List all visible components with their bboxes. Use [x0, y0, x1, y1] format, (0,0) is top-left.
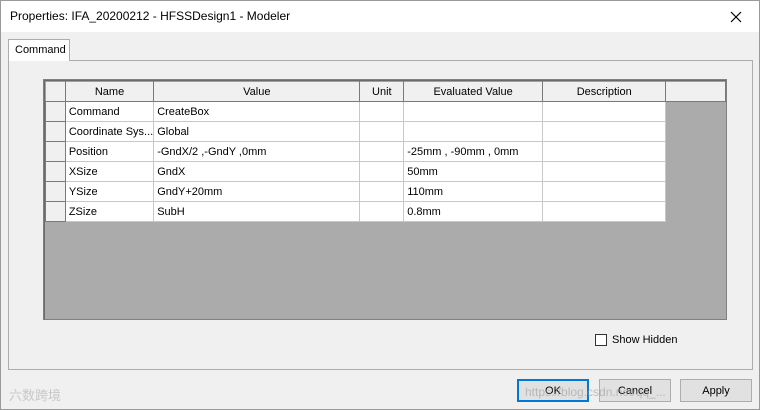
- window-title: Properties: IFA_20200212 - HFSSDesign1 -…: [10, 9, 291, 23]
- watermark-url: https://blog.csdn.net/qq_...: [525, 385, 666, 399]
- cell-name[interactable]: YSize: [64, 181, 155, 202]
- cell-name[interactable]: Position: [64, 141, 155, 162]
- filler-cell: [666, 182, 726, 202]
- watermark-logo: 六数跨境: [9, 385, 61, 404]
- cell-evaluated-value: 110mm: [403, 181, 543, 202]
- filler-cell: [666, 122, 726, 142]
- table-row[interactable]: Coordinate Sys... Global: [45, 121, 726, 142]
- show-hidden-toggle[interactable]: Show Hidden: [595, 334, 677, 346]
- cell-value[interactable]: Global: [153, 121, 361, 142]
- cell-evaluated-value: 0.8mm: [403, 201, 543, 222]
- cell-description[interactable]: [541, 181, 667, 202]
- tab-command[interactable]: Command: [8, 39, 70, 61]
- cell-unit[interactable]: [359, 141, 405, 162]
- cell-evaluated-value: [403, 121, 543, 142]
- properties-dialog: Properties: IFA_20200212 - HFSSDesign1 -…: [0, 0, 760, 410]
- column-header-unit[interactable]: Unit: [359, 81, 405, 102]
- show-hidden-checkbox[interactable]: [595, 334, 607, 346]
- cell-description[interactable]: [541, 161, 667, 182]
- close-button[interactable]: [713, 1, 759, 32]
- row-header[interactable]: [45, 101, 66, 122]
- corner-header: [45, 81, 66, 102]
- table-row[interactable]: YSize GndY+20mm 110mm: [45, 181, 726, 202]
- command-panel: Name Value Unit Evaluated Value Descript…: [8, 60, 753, 370]
- column-header-evaluated-value[interactable]: Evaluated Value: [403, 81, 543, 102]
- cell-name[interactable]: Command: [64, 101, 155, 122]
- cell-description[interactable]: [541, 201, 667, 222]
- column-header-filler: [665, 81, 726, 102]
- cell-name[interactable]: ZSize: [64, 201, 155, 222]
- cell-value[interactable]: SubH: [153, 201, 361, 222]
- row-header[interactable]: [45, 161, 66, 182]
- cell-description[interactable]: [541, 101, 667, 122]
- close-icon: [730, 11, 742, 22]
- table-row[interactable]: XSize GndX 50mm: [45, 161, 726, 182]
- filler-cell: [666, 162, 726, 182]
- column-header-value[interactable]: Value: [153, 81, 361, 102]
- cell-evaluated-value: [403, 101, 543, 122]
- filler-cell: [666, 102, 726, 122]
- row-header[interactable]: [45, 201, 66, 222]
- cell-description[interactable]: [541, 141, 667, 162]
- cell-description[interactable]: [541, 121, 667, 142]
- cell-unit[interactable]: [359, 161, 405, 182]
- column-header-description[interactable]: Description: [541, 81, 667, 102]
- cell-value[interactable]: CreateBox: [153, 101, 361, 122]
- watermark-text: 六数跨境: [9, 388, 62, 403]
- cell-unit[interactable]: [359, 201, 405, 222]
- row-header[interactable]: [45, 181, 66, 202]
- cell-name[interactable]: XSize: [64, 161, 155, 182]
- cell-evaluated-value: 50mm: [403, 161, 543, 182]
- apply-button[interactable]: Apply: [680, 379, 752, 402]
- row-header[interactable]: [45, 121, 66, 142]
- cell-unit[interactable]: [359, 181, 405, 202]
- properties-table: Name Value Unit Evaluated Value Descript…: [45, 81, 726, 222]
- cell-unit[interactable]: [359, 101, 405, 122]
- title-bar: Properties: IFA_20200212 - HFSSDesign1 -…: [1, 1, 759, 32]
- table-row[interactable]: ZSize SubH 0.8mm: [45, 201, 726, 222]
- cell-value[interactable]: GndX: [153, 161, 361, 182]
- filler-cell: [666, 202, 726, 222]
- row-header[interactable]: [45, 141, 66, 162]
- show-hidden-label: Show Hidden: [612, 334, 678, 346]
- cell-value[interactable]: GndY+20mm: [153, 181, 361, 202]
- cell-evaluated-value: -25mm , -90mm , 0mm: [403, 141, 543, 162]
- properties-grid: Name Value Unit Evaluated Value Descript…: [43, 79, 727, 320]
- table-row[interactable]: Command CreateBox: [45, 101, 726, 122]
- table-row[interactable]: Position -GndX/2 ,-GndY ,0mm -25mm , -90…: [45, 141, 726, 162]
- table-header-row: Name Value Unit Evaluated Value Descript…: [45, 81, 726, 102]
- cell-name[interactable]: Coordinate Sys...: [64, 121, 155, 142]
- cell-value[interactable]: -GndX/2 ,-GndY ,0mm: [153, 141, 361, 162]
- cell-unit[interactable]: [359, 121, 405, 142]
- column-header-name[interactable]: Name: [64, 81, 155, 102]
- filler-cell: [666, 142, 726, 162]
